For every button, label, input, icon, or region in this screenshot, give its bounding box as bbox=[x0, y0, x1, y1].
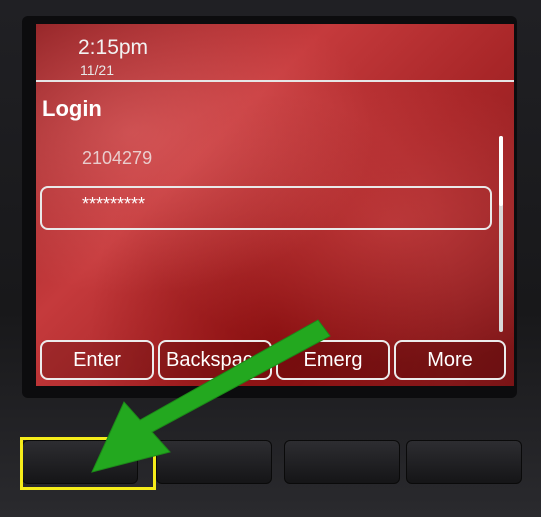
pointer-arrow-icon bbox=[91, 319, 331, 473]
